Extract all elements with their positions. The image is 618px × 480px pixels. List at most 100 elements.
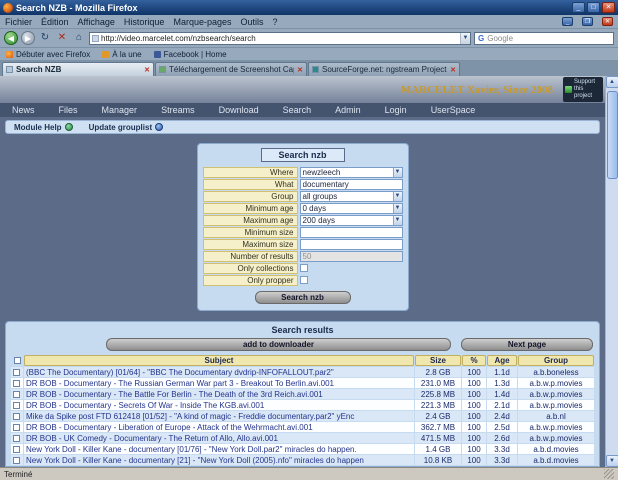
chevron-down-icon[interactable]: ▼ <box>392 168 402 177</box>
row-checkbox[interactable] <box>13 434 20 442</box>
site-nav-item[interactable]: Admin <box>335 105 361 115</box>
window-title: Search NZB - Mozilla Firefox <box>16 2 138 13</box>
window-restore-button[interactable]: ❐ <box>582 17 593 26</box>
result-subject[interactable]: Mike da Spike post FTD 612418 [01/52] - … <box>24 411 414 421</box>
site-nav-item[interactable]: Files <box>59 105 78 115</box>
result-age: 2.1d <box>494 400 510 410</box>
chevron-down-icon[interactable]: ▼ <box>392 192 402 201</box>
site-nav-item[interactable]: Download <box>219 105 259 115</box>
site-nav-item[interactable]: UserSpace <box>431 105 476 115</box>
web-search-bar[interactable]: G Google <box>474 31 614 45</box>
forward-button[interactable]: ▶ <box>21 31 35 45</box>
column-header-pct[interactable]: % <box>462 355 486 366</box>
vertical-scrollbar[interactable]: ▲ ▼ <box>605 76 618 467</box>
result-subject[interactable]: DR BOB - Documentary - Liberation of Eur… <box>24 422 414 432</box>
row-checkbox[interactable] <box>13 423 20 431</box>
result-subject[interactable]: New York Doll - Killer Kane - documentar… <box>24 455 414 465</box>
bookmark-item[interactable]: Débuter avec Firefox <box>6 50 90 59</box>
only-collections-checkbox[interactable] <box>299 264 308 272</box>
support-project-badge[interactable]: Support this project <box>563 77 603 102</box>
window-close-button[interactable]: ✕ <box>602 17 613 26</box>
result-subject[interactable]: DR BOB - Documentary - Secrets Of War - … <box>24 400 414 410</box>
result-pct: 100 <box>467 400 481 410</box>
column-header-group[interactable]: Group <box>518 355 594 366</box>
number-of-results-label: Number of results <box>202 251 298 262</box>
menu-item[interactable]: Marque-pages <box>173 17 231 27</box>
minimum-age-select[interactable]: 0 days ▼ <box>299 203 403 214</box>
update-grouplist-button[interactable]: Update grouplist <box>89 123 164 132</box>
chevron-down-icon[interactable]: ▼ <box>392 216 402 225</box>
result-row: (BBC The Documentary) [01/64] - "BBC The… <box>11 367 594 377</box>
maximize-button[interactable]: □ <box>587 2 600 13</box>
where-select[interactable]: newzleech ▼ <box>299 167 403 178</box>
status-bar: Terminé <box>0 467 618 480</box>
row-checkbox[interactable] <box>13 401 20 409</box>
result-subject[interactable]: (BBC The Documentary) [01/64] - "BBC The… <box>24 367 414 377</box>
close-button[interactable]: ✕ <box>602 2 615 13</box>
chevron-down-icon[interactable]: ▼ <box>392 204 402 213</box>
site-nav-item[interactable]: Streams <box>161 105 195 115</box>
bookmarks-toolbar: Débuter avec Firefox À la une Facebook | H… <box>0 48 618 61</box>
tab-close-icon[interactable]: ✕ <box>144 66 150 74</box>
result-size: 225.8 MB <box>420 389 456 399</box>
row-checkbox[interactable] <box>13 390 20 398</box>
maximum-age-select[interactable]: 200 days ▼ <box>299 215 403 226</box>
row-checkbox[interactable] <box>13 368 20 376</box>
resize-grip[interactable] <box>604 469 614 479</box>
row-checkbox[interactable] <box>13 379 20 387</box>
back-button[interactable]: ◀ <box>4 31 18 45</box>
row-checkbox[interactable] <box>13 456 20 464</box>
result-subject[interactable]: DR BOB - Documentary - The Battle For Be… <box>24 389 414 399</box>
search-nzb-button[interactable]: Search nzb <box>254 291 351 304</box>
select-all-checkbox[interactable] <box>13 357 21 365</box>
window-minimize-button[interactable]: _ <box>562 17 573 26</box>
module-help-button[interactable]: Module Help <box>14 123 73 132</box>
menu-item[interactable]: Outils <box>241 17 264 27</box>
result-subject[interactable]: New York Doll - Killer Kane - documentar… <box>24 444 414 454</box>
bookmark-item[interactable]: À la une <box>102 50 142 59</box>
url-dropdown-icon[interactable]: ▼ <box>460 32 470 44</box>
minimum-age-value: 0 days <box>302 204 327 213</box>
reload-button[interactable]: ↻ <box>38 31 52 45</box>
menu-item[interactable]: Affichage <box>78 17 115 27</box>
maximum-size-label: Maximum size <box>202 239 298 250</box>
minimize-button[interactable]: _ <box>572 2 585 13</box>
row-checkbox[interactable] <box>13 412 20 420</box>
column-header-size[interactable]: Size <box>415 355 461 366</box>
scrollbar-thumb[interactable] <box>606 91 618 179</box>
scroll-up-button[interactable]: ▲ <box>605 76 618 88</box>
tab-label: SourceForge.net: ngstream Project: A... <box>322 65 448 74</box>
what-input[interactable] <box>299 179 403 190</box>
scroll-down-button[interactable]: ▼ <box>605 455 618 467</box>
maximum-size-input[interactable] <box>299 239 403 250</box>
result-subject[interactable]: DR BOB - UK Comedy - Documentary - The R… <box>24 433 414 443</box>
stop-button[interactable]: ✕ <box>55 31 69 45</box>
result-pct: 100 <box>467 411 481 421</box>
only-propper-checkbox[interactable] <box>299 276 308 284</box>
site-nav-item[interactable]: Login <box>385 105 407 115</box>
tab-close-icon[interactable]: ✕ <box>297 66 303 74</box>
tab-screenshot-download[interactable]: Téléchargement de Screenshot Capto... ✕ <box>155 62 307 76</box>
home-button[interactable]: ⌂ <box>72 31 86 45</box>
url-bar[interactable]: http://video.marcelet.com/nzbsearch/sear… <box>89 31 471 45</box>
tab-close-icon[interactable]: ✕ <box>450 66 456 74</box>
result-row: DR BOB - Documentary - The Russian Germa… <box>11 378 594 388</box>
row-checkbox[interactable] <box>13 445 20 453</box>
tab-search-nzb[interactable]: Search NZB ✕ <box>2 62 154 76</box>
column-header-age[interactable]: Age <box>487 355 517 366</box>
add-to-downloader-button[interactable]: add to downloader <box>106 338 451 351</box>
result-subject[interactable]: DR BOB - Documentary - The Russian Germa… <box>24 378 414 388</box>
minimum-size-input[interactable] <box>299 227 403 238</box>
bookmark-item[interactable]: Facebook | Home <box>153 50 227 59</box>
next-page-button[interactable]: Next page <box>461 338 593 351</box>
tab-sourceforge[interactable]: SourceForge.net: ngstream Project: A... … <box>308 62 460 76</box>
menu-item[interactable]: Fichier <box>5 17 32 27</box>
site-nav-item[interactable]: Search <box>283 105 312 115</box>
site-nav-item[interactable]: Manager <box>102 105 138 115</box>
menu-item[interactable]: ? <box>273 17 278 27</box>
site-nav-item[interactable]: News <box>12 105 35 115</box>
menu-item[interactable]: Historique <box>124 17 165 27</box>
column-header-subject[interactable]: Subject <box>24 355 414 366</box>
group-select[interactable]: all groups ▼ <box>299 191 403 202</box>
menu-item[interactable]: Édition <box>41 17 69 27</box>
